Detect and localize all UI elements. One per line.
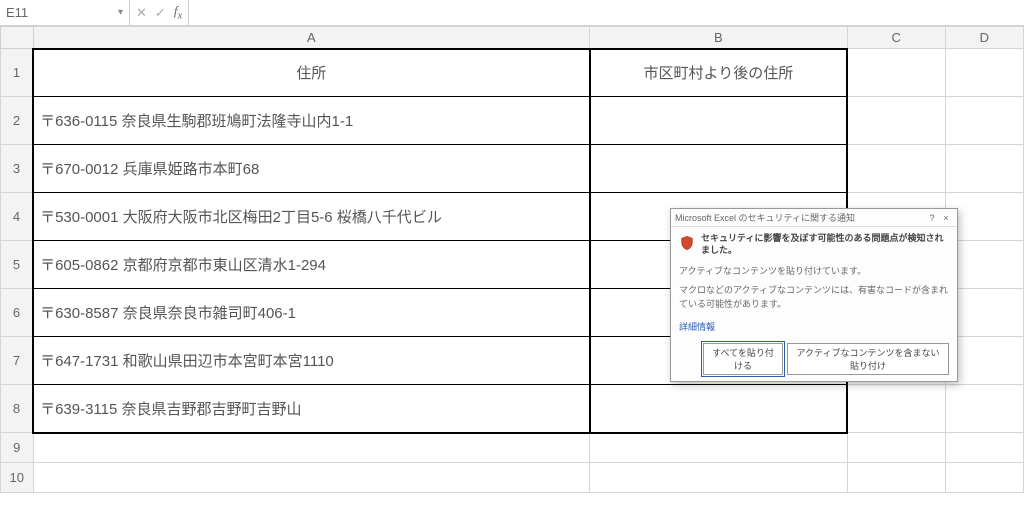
row-header[interactable]: 1 bbox=[1, 49, 34, 97]
cell-C1[interactable] bbox=[847, 49, 945, 97]
fx-button-group: ✕ ✓ fx bbox=[130, 0, 189, 25]
row-header[interactable]: 9 bbox=[1, 433, 34, 463]
accept-formula-icon[interactable]: ✓ bbox=[155, 5, 166, 21]
cell-B10[interactable] bbox=[590, 463, 848, 493]
row-header[interactable]: 4 bbox=[1, 193, 34, 241]
cell-B1[interactable]: 市区町村より後の住所 bbox=[590, 49, 848, 97]
cell-D2[interactable] bbox=[945, 97, 1023, 145]
cell-A8[interactable]: 〒639-3115 奈良県吉野郡吉野町吉野山 bbox=[33, 385, 589, 433]
security-notice-dialog: Microsoft Excel のセキュリティに関する通知 ? × セキュリティ… bbox=[670, 208, 958, 382]
row-header[interactable]: 10 bbox=[1, 463, 34, 493]
cell-B2[interactable] bbox=[590, 97, 848, 145]
formula-input[interactable] bbox=[189, 0, 1024, 25]
cell-B3[interactable] bbox=[590, 145, 848, 193]
cell-A7[interactable]: 〒647-1731 和歌山県田辺市本宮町本宮1110 bbox=[33, 337, 589, 385]
col-header-B[interactable]: B bbox=[590, 27, 848, 49]
paste-without-active-content-button[interactable]: アクティブなコンテンツを含まない貼り付け bbox=[787, 343, 949, 375]
cell-A6[interactable]: 〒630-8587 奈良県奈良市雑司町406-1 bbox=[33, 289, 589, 337]
cell-A2[interactable]: 〒636-0115 奈良県生駒郡班鳩町法隆寺山内1-1 bbox=[33, 97, 589, 145]
cell-D3[interactable] bbox=[945, 145, 1023, 193]
cancel-formula-icon[interactable]: ✕ bbox=[136, 5, 147, 21]
col-header-C[interactable]: C bbox=[847, 27, 945, 49]
cell-D8[interactable] bbox=[945, 385, 1023, 433]
col-header-A[interactable]: A bbox=[33, 27, 589, 49]
dialog-heading: セキュリティに影響を及ぼす可能性のある問題点が検知されました。 bbox=[701, 233, 949, 256]
paste-all-button[interactable]: すべてを貼り付ける bbox=[703, 343, 783, 375]
dialog-text-1: アクティブなコンテンツを貼り付けています。 bbox=[679, 264, 949, 278]
cell-C9[interactable] bbox=[847, 433, 945, 463]
dialog-text-2: マクロなどのアクティブなコンテンツには、有害なコードが含まれている可能性がありま… bbox=[679, 283, 949, 312]
help-icon[interactable]: ? bbox=[925, 213, 939, 223]
name-box-value: E11 bbox=[6, 5, 28, 20]
cell-A1[interactable]: 住所 bbox=[33, 49, 589, 97]
cell-A9[interactable] bbox=[33, 433, 589, 463]
row-header[interactable]: 2 bbox=[1, 97, 34, 145]
cell-C8[interactable] bbox=[847, 385, 945, 433]
row-header[interactable]: 8 bbox=[1, 385, 34, 433]
row-header[interactable]: 5 bbox=[1, 241, 34, 289]
cell-B9[interactable] bbox=[590, 433, 848, 463]
cell-C2[interactable] bbox=[847, 97, 945, 145]
cell-A5[interactable]: 〒605-0862 京都府京都市東山区清水1-294 bbox=[33, 241, 589, 289]
col-header-D[interactable]: D bbox=[945, 27, 1023, 49]
cell-A3[interactable]: 〒670-0012 兵庫県姫路市本町68 bbox=[33, 145, 589, 193]
cell-B8[interactable] bbox=[590, 385, 848, 433]
cell-A4[interactable]: 〒530-0001 大阪府大阪市北区梅田2丁目5-6 桜橋八千代ビル bbox=[33, 193, 589, 241]
dialog-title: Microsoft Excel のセキュリティに関する通知 bbox=[675, 211, 925, 224]
row-header[interactable]: 7 bbox=[1, 337, 34, 385]
cell-D1[interactable] bbox=[945, 49, 1023, 97]
chevron-down-icon[interactable]: ▾ bbox=[118, 7, 123, 18]
cell-C10[interactable] bbox=[847, 463, 945, 493]
details-link[interactable]: 詳細情報 bbox=[679, 320, 715, 333]
close-icon[interactable]: × bbox=[939, 213, 953, 223]
shield-icon bbox=[679, 234, 695, 252]
name-box[interactable]: E11 ▾ bbox=[0, 0, 130, 25]
row-header[interactable]: 6 bbox=[1, 289, 34, 337]
fx-icon[interactable]: fx bbox=[174, 3, 182, 22]
formula-bar: E11 ▾ ✕ ✓ fx bbox=[0, 0, 1024, 26]
dialog-titlebar[interactable]: Microsoft Excel のセキュリティに関する通知 ? × bbox=[671, 209, 957, 227]
cell-C3[interactable] bbox=[847, 145, 945, 193]
cell-D9[interactable] bbox=[945, 433, 1023, 463]
cell-D10[interactable] bbox=[945, 463, 1023, 493]
row-header[interactable]: 3 bbox=[1, 145, 34, 193]
select-all-corner[interactable] bbox=[1, 27, 34, 49]
cell-A10[interactable] bbox=[33, 463, 589, 493]
